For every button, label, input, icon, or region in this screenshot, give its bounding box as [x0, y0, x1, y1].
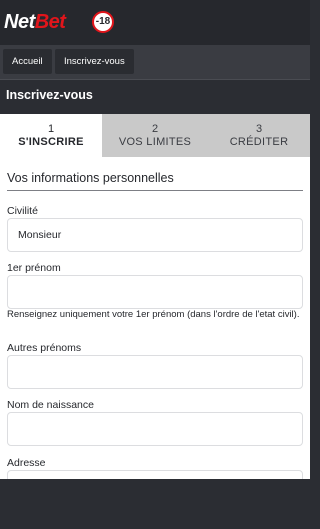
step-signup[interactable]: 1 S'INSCRIRE — [0, 114, 102, 157]
logo-text-net: Net — [4, 11, 35, 33]
netbet-logo[interactable]: NetBet — [4, 11, 66, 34]
bottom-bar — [0, 479, 310, 529]
breadcrumb: Accueil Inscrivez-vous — [0, 45, 310, 79]
step-label: CRÉDITER — [229, 136, 289, 148]
breadcrumb-home-link[interactable]: Accueil — [3, 49, 52, 74]
step-number: 3 — [255, 123, 263, 135]
logo-text-bet: Bet — [34, 11, 66, 33]
civilite-select[interactable]: Monsieur — [7, 218, 303, 252]
first-name-hint: Renseignez uniquement votre 1er prénom (… — [7, 309, 300, 320]
age-restriction-badge: -18 — [92, 11, 114, 33]
registration-steps: 1 S'INSCRIRE 2 VOS LIMITES 3 CRÉDITER — [0, 114, 310, 157]
address-label: Adresse — [7, 457, 46, 469]
step-label: VOS LIMITES — [118, 136, 192, 148]
last-name-label: Nom de naissance — [7, 399, 94, 411]
address-input[interactable] — [7, 470, 303, 479]
first-name-input[interactable] — [7, 275, 303, 309]
top-header: NetBet -18 — [0, 0, 310, 45]
personal-info-form: Vos informations personnelles Civilité M… — [0, 157, 310, 479]
page-title: Inscrivez-vous — [6, 88, 93, 102]
step-number: 2 — [151, 123, 159, 135]
civilite-label: Civilité — [7, 205, 38, 217]
section-title: Vos informations personnelles — [7, 171, 174, 185]
step-limits[interactable]: 2 VOS LIMITES — [102, 114, 208, 157]
step-label: S'INSCRIRE — [18, 136, 84, 148]
breadcrumb-signup-link[interactable]: Inscrivez-vous — [55, 49, 134, 74]
first-name-label: 1er prénom — [7, 262, 61, 274]
section-divider — [7, 190, 303, 191]
other-names-input[interactable] — [7, 355, 303, 389]
other-names-label: Autres prénoms — [7, 342, 82, 354]
step-number: 1 — [47, 123, 55, 135]
step-deposit[interactable]: 3 CRÉDITER — [208, 114, 310, 157]
page-title-bar: Inscrivez-vous — [0, 79, 310, 114]
last-name-input[interactable] — [7, 412, 303, 446]
